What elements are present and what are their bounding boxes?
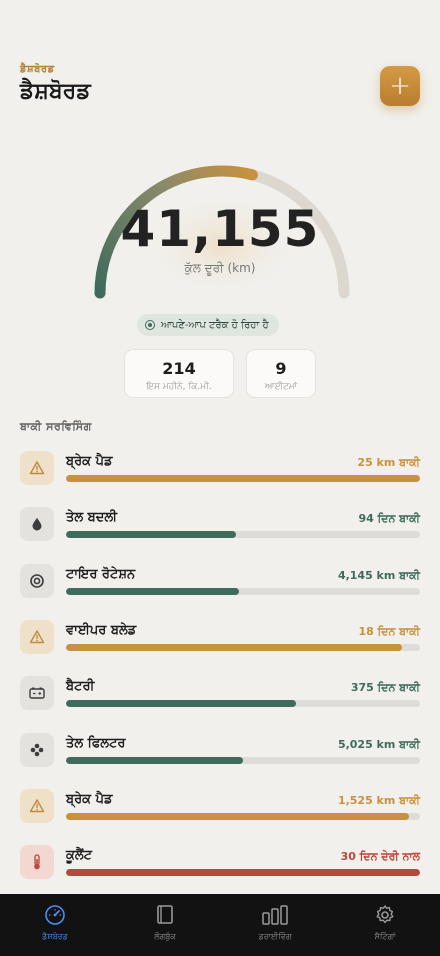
service-name: ਤੇਲ ਬਦਲੀ bbox=[66, 510, 118, 526]
service-progress-fill bbox=[66, 587, 240, 595]
service-progress-track bbox=[66, 531, 420, 539]
warning-icon bbox=[20, 619, 54, 654]
service-progress-fill bbox=[66, 643, 403, 651]
bar-chart-icon bbox=[220, 904, 330, 928]
service-progress-fill bbox=[66, 531, 236, 539]
tab-label: ਲੌਗਬੁੱਕ bbox=[154, 932, 176, 941]
service-item[interactable]: ਬ੍ਰੇਕ ਪੈਡ 25 km ਬਾਕੀ bbox=[20, 451, 420, 491]
page-eyebrow: ਡੈਸ਼ਬੋਰਡ bbox=[20, 64, 55, 75]
service-progress-track bbox=[66, 643, 420, 651]
service-progress-track bbox=[66, 475, 420, 482]
stat-value: 214 bbox=[162, 359, 196, 378]
service-remaining: 375 ਦਿਨ ਬਾਕੀ bbox=[350, 681, 420, 695]
tab-book[interactable]: ਲੌਗਬੁੱਕ bbox=[110, 904, 220, 942]
odometer-gauge: 41,155 ਕੁੱਲ ਦੂਰੀ (km) bbox=[0, 150, 440, 320]
tracking-label: ਆਪਣੇ-ਆਪ ਟਰੈਕ ਹੋ ਰਿਹਾ ਹੈ bbox=[161, 319, 269, 331]
service-name: ਟਾਇਰ ਰੋਟੇਸ਼ਨ bbox=[66, 566, 136, 582]
service-progress-track bbox=[66, 587, 420, 595]
tab-label: ਡੈਸ਼ਬੋਰਡ bbox=[42, 932, 68, 941]
speedometer-icon bbox=[0, 904, 110, 928]
service-item[interactable]: ਟਾਇਰ ਰੋਟੇਸ਼ਨ 4,145 km ਬਾਕੀ bbox=[20, 563, 420, 604]
service-remaining: 1,525 km ਬਾਕੀ bbox=[337, 793, 420, 807]
stat-label: ਇਸ ਮਹੀਨੇ, ਕਿ.ਮੀ. bbox=[146, 382, 212, 392]
tab-bar: ਡੈਸ਼ਬੋਰਡ ਲੌਗਬੁੱਕ ਡਰਾਈਵਿੰਗ ਸੈਟਿੰਗਾਂ bbox=[0, 894, 440, 956]
service-remaining: 30 ਦਿਨ ਦੇਰੀ ਨਾਲ bbox=[340, 850, 420, 864]
section-title: ਬਾਕੀ ਸਰਵਿਸਿੰਗ bbox=[20, 420, 92, 433]
service-item[interactable]: ਬੈਟਰੀ 375 ਦਿਨ ਬਾਕੀ bbox=[20, 676, 420, 716]
tire-icon bbox=[20, 563, 54, 598]
add-button[interactable]: + bbox=[380, 66, 420, 106]
tab-label: ਡਰਾਈਵਿੰਗ bbox=[258, 932, 292, 941]
stat-items: 9 ਆਈਟਮਾਂ bbox=[246, 349, 316, 398]
warning-icon bbox=[20, 788, 54, 823]
stat-value: 9 bbox=[275, 359, 287, 378]
book-icon bbox=[110, 904, 220, 928]
service-progress-fill bbox=[66, 812, 410, 820]
service-progress-fill bbox=[66, 869, 420, 877]
tab-bar-chart[interactable]: ਡਰਾਈਵਿੰਗ bbox=[220, 904, 330, 942]
service-name: ਵਾਈਪਰ ਬਲੇਡ bbox=[66, 622, 137, 638]
tracking-dot-icon bbox=[145, 320, 155, 330]
service-remaining: 5,025 km ਬਾਕੀ bbox=[337, 737, 420, 751]
service-name: ਬ੍ਰੇਕ ਪੈਡ bbox=[66, 454, 113, 469]
service-progress-track bbox=[66, 700, 420, 708]
service-item[interactable]: ਤੇਲ ਫਿਲਟਰ 5,025 km ਬਾਕੀ bbox=[20, 732, 420, 773]
odometer-label: ਕੁੱਲ ਦੂਰੀ (km) bbox=[184, 261, 256, 275]
filter-icon bbox=[20, 732, 54, 767]
tab-label: ਸੈਟਿੰਗਾਂ bbox=[374, 932, 396, 941]
tab-speedometer[interactable]: ਡੈਸ਼ਬੋਰਡ bbox=[0, 904, 110, 942]
stat-month-km: 214 ਇਸ ਮਹੀਨੇ, ਕਿ.ਮੀ. bbox=[124, 349, 234, 398]
service-progress-fill bbox=[66, 475, 420, 482]
service-name: ਕੂਲੈਂਟ bbox=[66, 848, 92, 864]
service-progress-fill bbox=[66, 700, 297, 708]
service-item[interactable]: ਬ੍ਰੇਕ ਪੈਡ 1,525 km ਬਾਕੀ bbox=[20, 788, 420, 829]
service-name: ਤੇਲ ਫਿਲਟਰ bbox=[66, 735, 126, 751]
warning-icon bbox=[20, 451, 54, 485]
service-remaining: 25 km ਬਾਕੀ bbox=[357, 456, 420, 469]
gear-icon bbox=[330, 904, 440, 928]
service-remaining: 4,145 km ਬਾਕੀ bbox=[337, 568, 420, 582]
page-title: ਡੈਸ਼ਬੋਰਡ bbox=[20, 79, 91, 104]
service-item[interactable]: ਕੂਲੈਂਟ 30 ਦਿਨ ਦੇਰੀ ਨਾਲ bbox=[20, 845, 420, 885]
service-name: ਬ੍ਰੇਕ ਪੈਡ bbox=[66, 791, 113, 807]
service-item[interactable]: ਤੇਲ ਬਦਲੀ 94 ਦਿਨ ਬਾਕੀ bbox=[20, 507, 420, 547]
service-remaining: 94 ਦਿਨ ਬਾਕੀ bbox=[358, 512, 421, 526]
auto-tracking-badge[interactable]: ਆਪਣੇ-ਆਪ ਟਰੈਕ ਹੋ ਰਿਹਾ ਹੈ bbox=[137, 314, 279, 336]
tab-gear[interactable]: ਸੈਟਿੰਗਾਂ bbox=[330, 904, 440, 942]
stat-label: ਆਈਟਮਾਂ bbox=[264, 382, 298, 392]
battery-icon bbox=[20, 676, 54, 711]
service-item[interactable]: ਵਾਈਪਰ ਬਲੇਡ 18 ਦਿਨ ਬਾਕੀ bbox=[20, 619, 421, 660]
service-remaining: 18 ਦਿਨ ਬਾਕੀ bbox=[358, 624, 421, 638]
service-progress-track bbox=[66, 869, 420, 877]
service-name: ਬੈਟਰੀ bbox=[66, 679, 95, 695]
service-progress-track bbox=[66, 756, 420, 764]
header: ਡੈਸ਼ਬੋਰਡ ਡੈਸ਼ਬੋਰਡ bbox=[20, 64, 91, 104]
thermometer-icon bbox=[20, 845, 54, 880]
odometer-value: 41,155 bbox=[120, 200, 320, 258]
service-progress-fill bbox=[66, 756, 243, 764]
oil-drop-icon bbox=[20, 507, 54, 542]
service-progress-track bbox=[66, 812, 420, 820]
